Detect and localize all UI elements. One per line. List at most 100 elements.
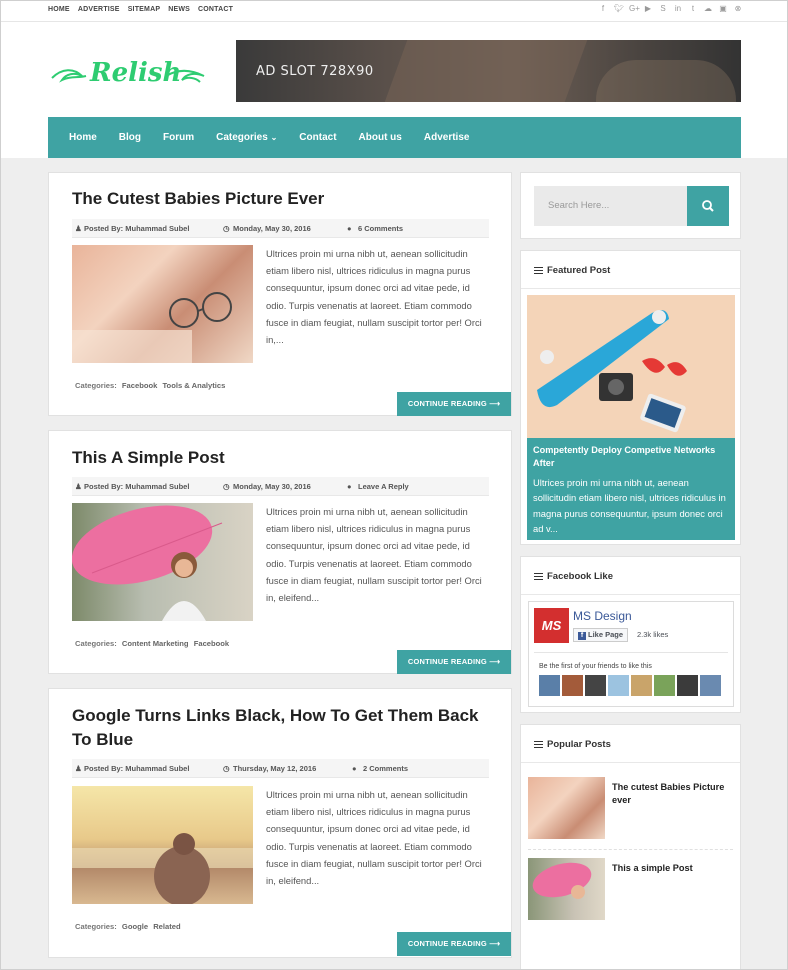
popular-post-thumbnail[interactable]: [528, 858, 605, 920]
author-icon: ♟: [75, 764, 82, 773]
category-link[interactable]: Related: [153, 922, 180, 931]
ad-photo-shape: [384, 40, 588, 102]
skateboard-image: [527, 295, 735, 438]
list-icon: [534, 267, 543, 274]
friend-avatar[interactable]: [539, 675, 560, 696]
continue-reading-label: CONTINUE READING: [407, 939, 487, 948]
page-avatar[interactable]: MS: [534, 608, 569, 643]
post-comments[interactable]: Leave A Reply: [358, 482, 409, 491]
friend-avatar[interactable]: [585, 675, 606, 696]
linkedin-icon[interactable]: in: [674, 4, 682, 14]
continue-reading-button[interactable]: CONTINUE READING ⟶: [397, 932, 511, 956]
friend-avatar[interactable]: [654, 675, 675, 696]
instagram-icon[interactable]: ▣: [719, 4, 727, 14]
skype-icon[interactable]: S: [659, 4, 667, 14]
search-input[interactable]: Search Here...: [534, 186, 687, 226]
nav-contact[interactable]: Contact: [288, 132, 347, 143]
category-link[interactable]: Google: [122, 922, 148, 931]
top-bar: HOME ADVERTISE SITEMAP NEWS CONTACT f 🐦︎…: [0, 0, 788, 22]
featured-image[interactable]: [527, 295, 735, 438]
facebook-icon[interactable]: f: [599, 4, 607, 14]
post-excerpt: Ultrices proin mi urna nibh ut, aenean s…: [266, 506, 482, 604]
post-thumbnail[interactable]: [71, 503, 253, 621]
pinterest-icon[interactable]: ⊗: [734, 4, 742, 14]
search-widget: Search Here...: [520, 172, 741, 239]
friend-avatar[interactable]: [700, 675, 721, 696]
continue-reading-button[interactable]: CONTINUE READING ⟶: [397, 650, 511, 674]
nav-about-us[interactable]: About us: [348, 132, 413, 143]
top-link-home[interactable]: HOME: [48, 6, 70, 13]
continue-reading-label: CONTINUE READING: [407, 399, 487, 408]
friend-avatar[interactable]: [631, 675, 652, 696]
post-author[interactable]: Posted By: Muhammad Subel: [84, 764, 189, 773]
popular-post-thumbnail[interactable]: [528, 777, 605, 839]
nav-forum[interactable]: Forum: [152, 132, 205, 143]
post-date: Monday, May 30, 2016: [233, 482, 311, 491]
post-author[interactable]: Posted By: Muhammad Subel: [84, 224, 189, 233]
top-link-contact[interactable]: CONTACT: [198, 6, 233, 13]
nav-advertise[interactable]: Advertise: [413, 132, 481, 143]
twitter-icon[interactable]: 🐦︎: [614, 4, 624, 14]
arrow-right-icon: ⟶: [489, 399, 501, 408]
widget-title: Popular Posts: [521, 725, 740, 763]
category-link[interactable]: Facebook: [194, 639, 229, 648]
category-link[interactable]: Facebook: [122, 381, 157, 390]
main-nav: Home Blog Forum Categories ⌄ Contact Abo…: [48, 117, 741, 158]
nav-categories[interactable]: Categories ⌄: [205, 132, 288, 143]
friend-avatar[interactable]: [677, 675, 698, 696]
continue-reading-button[interactable]: CONTINUE READING ⟶: [397, 392, 511, 416]
site-logo[interactable]: Relish: [48, 52, 208, 96]
popular-post-item[interactable]: This a simple Post: [528, 858, 733, 920]
post-title[interactable]: The Cutest Babies Picture Ever: [72, 187, 492, 211]
divider: [528, 849, 733, 850]
category-link[interactable]: Content Marketing: [122, 639, 189, 648]
top-link-news[interactable]: NEWS: [168, 6, 190, 13]
popular-post-title[interactable]: This a simple Post: [612, 862, 730, 875]
top-link-sitemap[interactable]: SITEMAP: [128, 6, 161, 13]
popular-post-item[interactable]: The cutest Babies Picture ever: [528, 777, 733, 839]
nav-home[interactable]: Home: [58, 132, 108, 143]
featured-post-widget: Featured Post Competently Deploy Competi…: [520, 250, 741, 545]
category-link[interactable]: Tools & Analytics: [162, 381, 225, 390]
arrow-right-icon: ⟶: [489, 939, 501, 948]
search-button[interactable]: [687, 186, 729, 226]
list-icon: [534, 573, 543, 580]
friend-avatar[interactable]: [608, 675, 629, 696]
widget-title-label: Featured Post: [547, 265, 611, 276]
post-comments[interactable]: 2 Comments: [363, 764, 408, 773]
featured-post-title[interactable]: Competently Deploy Competive Networks Af…: [533, 444, 729, 470]
top-links: HOME ADVERTISE SITEMAP NEWS CONTACT: [48, 6, 233, 13]
post-comments[interactable]: 6 Comments: [358, 224, 403, 233]
comment-icon: ●: [352, 764, 357, 773]
post-thumbnail[interactable]: [72, 786, 253, 906]
categories-label: Categories:: [75, 639, 117, 648]
logo-text: Relish: [90, 58, 182, 88]
like-page-button[interactable]: f Like Page: [573, 628, 629, 642]
post-thumbnail[interactable]: [72, 245, 253, 363]
post-categories: Categories: Facebook Tools & Analytics: [75, 381, 225, 390]
widget-title: Facebook Like: [521, 557, 740, 595]
post-title[interactable]: Google Turns Links Black, How To Get The…: [72, 704, 492, 752]
friend-avatar[interactable]: [562, 675, 583, 696]
youtube-icon[interactable]: ▶: [644, 4, 652, 14]
like-count: 2.3k likes: [637, 630, 669, 639]
nav-categories-label: Categories: [216, 132, 268, 143]
continue-reading-label: CONTINUE READING: [407, 657, 487, 666]
sunset-image: [72, 833, 253, 906]
top-link-advertise[interactable]: ADVERTISE: [78, 6, 120, 13]
tumblr-icon[interactable]: t: [689, 4, 697, 14]
clock-icon: ◷: [223, 482, 230, 491]
comment-icon: ●: [347, 482, 352, 491]
ad-photo-shape: [596, 60, 736, 102]
nav-blog[interactable]: Blog: [108, 132, 152, 143]
soundcloud-icon[interactable]: ☁: [704, 4, 712, 14]
post-author[interactable]: Posted By: Muhammad Subel: [84, 482, 189, 491]
ad-banner[interactable]: AD SLOT 728X90: [236, 40, 741, 102]
post-meta: ♟ Posted By: Muhammad Subel ◷ Monday, Ma…: [72, 477, 489, 496]
post-meta: ♟ Posted By: Muhammad Subel ◷ Thursday, …: [72, 759, 489, 778]
popular-post-title[interactable]: The cutest Babies Picture ever: [612, 781, 730, 807]
post-title[interactable]: This A Simple Post: [72, 446, 492, 470]
page-name[interactable]: MS Design: [573, 609, 632, 623]
umbrella-image: [71, 505, 223, 621]
google-plus-icon[interactable]: G+: [629, 4, 640, 14]
